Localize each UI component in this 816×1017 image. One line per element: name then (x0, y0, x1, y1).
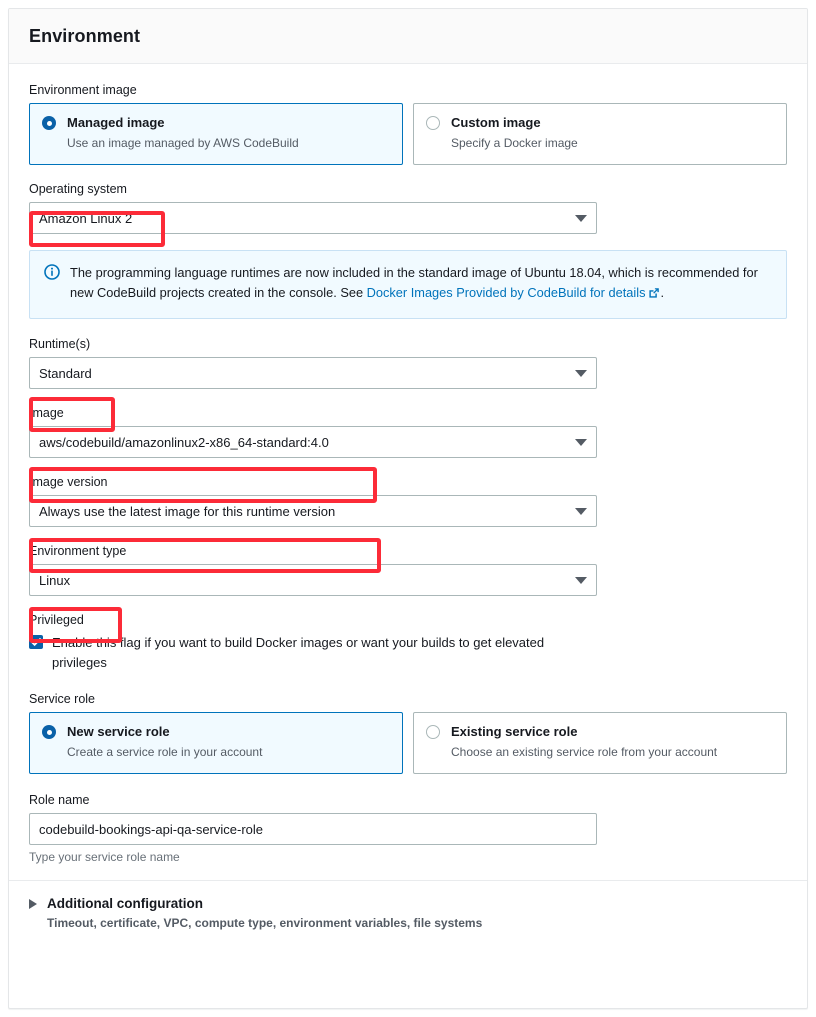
radio-managed-image[interactable] (42, 116, 56, 130)
image-version-select[interactable]: Always use the latest image for this run… (29, 495, 597, 527)
radio-tile-text: Managed image Use an image managed by AW… (67, 114, 299, 151)
image-value: aws/codebuild/amazonlinux2-x86_64-standa… (39, 434, 329, 450)
image-version-group: Image version Always use the latest imag… (29, 474, 787, 527)
radio-existing-service-role[interactable] (426, 725, 440, 739)
image-version-value: Always use the latest image for this run… (39, 503, 336, 519)
radio-tile-custom-image[interactable]: Custom image Specify a Docker image (413, 103, 787, 165)
info-circle-icon (44, 264, 60, 305)
role-name-helper: Type your service role name (29, 850, 180, 864)
environment-type-group: Environment type Linux (29, 543, 787, 596)
radio-tile-managed-image[interactable]: Managed image Use an image managed by AW… (29, 103, 403, 165)
runtimes-group: Runtime(s) Standard (29, 336, 787, 389)
radio-tile-title: Custom image (451, 115, 541, 130)
environment-image-label: Environment image (29, 83, 137, 97)
external-link-icon[interactable] (648, 285, 660, 305)
radio-custom-image[interactable] (426, 116, 440, 130)
environment-image-group: Environment image Managed image Use an i… (29, 82, 787, 165)
chevron-right-icon (29, 898, 37, 909)
chevron-down-icon (575, 577, 587, 584)
privileged-checkbox[interactable] (29, 635, 43, 649)
radio-tile-text: Custom image Specify a Docker image (451, 114, 578, 151)
privileged-checkbox-label: Enable this flag if you want to build Do… (52, 635, 545, 670)
role-name-label: Role name (29, 793, 90, 807)
radio-tile-desc: Choose an existing service role from you… (451, 745, 718, 759)
additional-configuration-desc: Timeout, certificate, VPC, compute type,… (47, 916, 483, 930)
privileged-group: Privileged Enable this flag if you want … (29, 612, 787, 673)
role-name-input[interactable] (29, 813, 597, 845)
additional-configuration-section: Additional configuration Timeout, certif… (9, 880, 807, 948)
radio-tile-desc: Use an image managed by AWS CodeBuild (67, 136, 299, 150)
radio-new-service-role[interactable] (42, 725, 56, 739)
info-alert-text: The programming language runtimes are no… (70, 263, 772, 305)
card-header: Environment (9, 9, 807, 64)
operating-system-select[interactable]: Amazon Linux 2 (29, 202, 597, 234)
radio-tile-existing-service-role[interactable]: Existing service role Choose an existing… (413, 712, 787, 774)
radio-tile-title: New service role (67, 724, 170, 739)
environment-card: Environment Environment image Managed im… (8, 8, 808, 1009)
docker-images-link[interactable]: Docker Images Provided by CodeBuild for … (367, 285, 646, 300)
additional-configuration-title: Additional configuration (47, 896, 203, 911)
card-body: Environment image Managed image Use an i… (9, 64, 807, 864)
runtimes-select[interactable]: Standard (29, 357, 597, 389)
additional-configuration-toggle[interactable]: Additional configuration (29, 896, 787, 911)
chevron-down-icon (575, 370, 587, 377)
operating-system-label: Operating system (29, 182, 127, 196)
chevron-down-icon (575, 508, 587, 515)
role-name-group: Role name Type your service role name (29, 792, 787, 864)
radio-tile-title: Managed image (67, 115, 165, 130)
environment-type-label: Environment type (29, 544, 127, 558)
runtimes-label: Runtime(s) (29, 337, 91, 351)
environment-image-options: Managed image Use an image managed by AW… (29, 103, 787, 165)
service-role-group: Service role New service role Create a s… (29, 691, 787, 774)
operating-system-group: Operating system Amazon Linux 2 (29, 181, 787, 234)
chevron-down-icon (575, 439, 587, 446)
radio-tile-title: Existing service role (451, 724, 578, 739)
page-title: Environment (29, 25, 141, 46)
radio-tile-desc: Create a service role in your account (67, 745, 263, 759)
privileged-label: Privileged (29, 613, 84, 627)
service-role-options: New service role Create a service role i… (29, 712, 787, 774)
info-alert: The programming language runtimes are no… (29, 250, 787, 319)
environment-type-value: Linux (39, 572, 71, 588)
chevron-down-icon (575, 215, 587, 222)
radio-tile-text: Existing service role Choose an existing… (451, 723, 717, 760)
runtimes-value: Standard (39, 365, 92, 381)
radio-tile-desc: Specify a Docker image (451, 136, 578, 150)
info-alert-text-after: . (660, 285, 665, 300)
screenshot-root: Environment Environment image Managed im… (0, 0, 816, 1017)
image-version-label: Image version (29, 475, 108, 489)
privileged-checkbox-row[interactable]: Enable this flag if you want to build Do… (29, 633, 787, 673)
image-group: Image aws/codebuild/amazonlinux2-x86_64-… (29, 405, 787, 458)
image-label: Image (29, 406, 64, 420)
operating-system-value: Amazon Linux 2 (39, 210, 133, 226)
service-role-label: Service role (29, 692, 95, 706)
radio-tile-new-service-role[interactable]: New service role Create a service role i… (29, 712, 403, 774)
radio-tile-text: New service role Create a service role i… (67, 723, 262, 760)
environment-type-select[interactable]: Linux (29, 564, 597, 596)
image-select[interactable]: aws/codebuild/amazonlinux2-x86_64-standa… (29, 426, 597, 458)
